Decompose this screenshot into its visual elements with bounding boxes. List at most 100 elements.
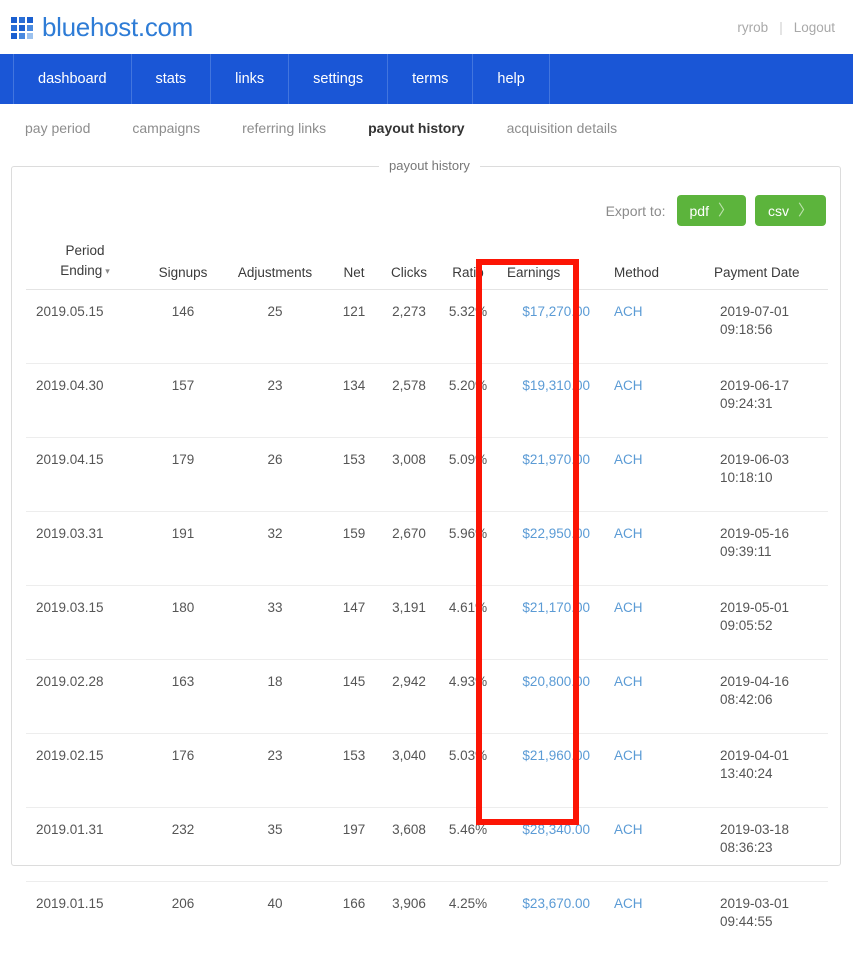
payout-cell-adjustments: 26 — [222, 438, 328, 512]
payout-cell-clicks: 2,942 — [380, 660, 438, 734]
payout-cell-period: 2019.02.28 — [26, 660, 144, 734]
column-header-ratio[interactable]: Ratio — [438, 241, 498, 290]
export-controls: Export to: pdf 〉 csv 〉 — [606, 195, 826, 226]
method-link[interactable]: ACH — [614, 674, 643, 689]
payout-cell-net: 147 — [328, 586, 380, 660]
payout-cell-payment-date: 2019-03-18 08:36:23 — [692, 808, 828, 882]
nav-item-dashboard[interactable]: dashboard — [13, 54, 132, 104]
payout-cell-clicks: 3,608 — [380, 808, 438, 882]
earnings-link[interactable]: $17,270.00 — [522, 304, 590, 319]
payout-cell-period: 2019.03.15 — [26, 586, 144, 660]
table-header-row: Period Ending▾ Signups Adjustments Net C… — [26, 241, 828, 290]
payment-date-value: 2019-03-18 — [720, 822, 828, 837]
payout-cell-period: 2019.01.31 — [26, 808, 144, 882]
payout-cell-earnings: $21,170.00 — [498, 586, 606, 660]
method-link[interactable]: ACH — [614, 452, 643, 467]
export-label: Export to: — [606, 203, 666, 219]
payout-cell-earnings: $22,950.00 — [498, 512, 606, 586]
payout-cell-ratio: 5.09% — [438, 438, 498, 512]
nav-item-help[interactable]: help — [473, 54, 549, 104]
method-link[interactable]: ACH — [614, 822, 643, 837]
subnav-item-campaigns[interactable]: campaigns — [132, 120, 222, 136]
payout-cell-adjustments: 23 — [222, 364, 328, 438]
payout-cell-period: 2019.05.15 — [26, 290, 144, 364]
logout-link[interactable]: Logout — [794, 20, 835, 35]
table-row: 2019.01.15206401663,9064.25%$23,670.00AC… — [26, 882, 828, 955]
payout-cell-payment-date: 2019-03-01 09:44:55 — [692, 882, 828, 955]
earnings-link[interactable]: $28,340.00 — [522, 822, 590, 837]
payment-time-value: 09:39:11 — [720, 544, 828, 559]
payment-date-value: 2019-07-01 — [720, 304, 828, 319]
payout-cell-period: 2019.02.15 — [26, 734, 144, 808]
payout-cell-ratio: 4.25% — [438, 882, 498, 955]
export-csv-button[interactable]: csv 〉 — [755, 195, 826, 226]
nav-item-links[interactable]: links — [211, 54, 289, 104]
chevron-right-icon: 〉 — [798, 203, 813, 218]
nav-item-terms[interactable]: terms — [388, 54, 473, 104]
payout-cell-ratio: 5.32% — [438, 290, 498, 364]
top-header: bluehost.com ryrob | Logout — [0, 0, 853, 54]
payout-cell-signups: 179 — [144, 438, 222, 512]
table-body: 2019.05.15146251212,2735.32%$17,270.00AC… — [26, 290, 828, 955]
column-header-period-ending[interactable]: Period Ending▾ — [26, 241, 144, 290]
account-separator: | — [779, 20, 783, 35]
subnav-item-payout-history[interactable]: payout history — [368, 120, 486, 136]
payout-cell-clicks: 2,578 — [380, 364, 438, 438]
earnings-link[interactable]: $21,170.00 — [522, 600, 590, 615]
chevron-down-icon[interactable]: ▾ — [105, 266, 110, 276]
subnav-item-acquisition-details[interactable]: acquisition details — [507, 120, 640, 136]
payout-cell-earnings: $21,960.00 — [498, 734, 606, 808]
payout-cell-payment-date: 2019-05-01 09:05:52 — [692, 586, 828, 660]
table-header: Period Ending▾ Signups Adjustments Net C… — [26, 241, 828, 290]
payment-date-value: 2019-06-03 — [720, 452, 828, 467]
column-header-method[interactable]: Method — [606, 241, 692, 290]
earnings-link[interactable]: $21,970.00 — [522, 452, 590, 467]
method-link[interactable]: ACH — [614, 600, 643, 615]
payout-cell-signups: 232 — [144, 808, 222, 882]
method-link[interactable]: ACH — [614, 896, 643, 911]
payout-cell-earnings: $17,270.00 — [498, 290, 606, 364]
method-link[interactable]: ACH — [614, 526, 643, 541]
method-link[interactable]: ACH — [614, 748, 643, 763]
export-pdf-button[interactable]: pdf 〉 — [677, 195, 746, 226]
brand-name: bluehost.com — [42, 14, 193, 40]
brand-logo[interactable]: bluehost.com — [11, 14, 193, 40]
earnings-link[interactable]: $20,800.00 — [522, 674, 590, 689]
column-header-clicks[interactable]: Clicks — [380, 241, 438, 290]
payment-time-value: 08:42:06 — [720, 692, 828, 707]
payout-cell-clicks: 3,008 — [380, 438, 438, 512]
table-row: 2019.02.28163181452,9424.93%$20,800.00AC… — [26, 660, 828, 734]
earnings-link[interactable]: $19,310.00 — [522, 378, 590, 393]
nav-item-stats[interactable]: stats — [132, 54, 212, 104]
payout-cell-payment-date: 2019-06-0310:18:10 — [692, 438, 828, 512]
payment-date-value: 2019-03-01 — [720, 896, 828, 911]
column-header-period-line2: Ending — [60, 263, 102, 278]
method-link[interactable]: ACH — [614, 378, 643, 393]
payment-time-value: 09:05:52 — [720, 618, 828, 633]
payout-cell-ratio: 5.20% — [438, 364, 498, 438]
payment-date-value: 2019-04-01 — [720, 748, 828, 763]
payout-cell-ratio: 4.93% — [438, 660, 498, 734]
payout-cell-net: 145 — [328, 660, 380, 734]
earnings-link[interactable]: $22,950.00 — [522, 526, 590, 541]
method-link[interactable]: ACH — [614, 304, 643, 319]
payout-cell-period: 2019.03.31 — [26, 512, 144, 586]
payment-time-value: 08:36:23 — [720, 840, 828, 855]
payment-date-value: 2019-05-01 — [720, 600, 828, 615]
payment-time-value: 09:44:55 — [720, 914, 828, 929]
earnings-link[interactable]: $23,670.00 — [522, 896, 590, 911]
payout-cell-clicks: 3,906 — [380, 882, 438, 955]
chevron-right-icon: 〉 — [718, 203, 733, 218]
earnings-link[interactable]: $21,960.00 — [522, 748, 590, 763]
payout-cell-net: 134 — [328, 364, 380, 438]
column-header-earnings[interactable]: Earnings — [498, 241, 606, 290]
column-header-net[interactable]: Net — [328, 241, 380, 290]
payment-time-value: 09:18:56 — [720, 322, 828, 337]
payout-cell-payment-date: 2019-04-1608:42:06 — [692, 660, 828, 734]
column-header-adjustments[interactable]: Adjustments — [222, 241, 328, 290]
subnav-item-pay-period[interactable]: pay period — [25, 120, 112, 136]
column-header-payment-date[interactable]: Payment Date — [692, 241, 828, 290]
column-header-signups[interactable]: Signups — [144, 241, 222, 290]
subnav-item-referring-links[interactable]: referring links — [242, 120, 348, 136]
nav-item-settings[interactable]: settings — [289, 54, 388, 104]
